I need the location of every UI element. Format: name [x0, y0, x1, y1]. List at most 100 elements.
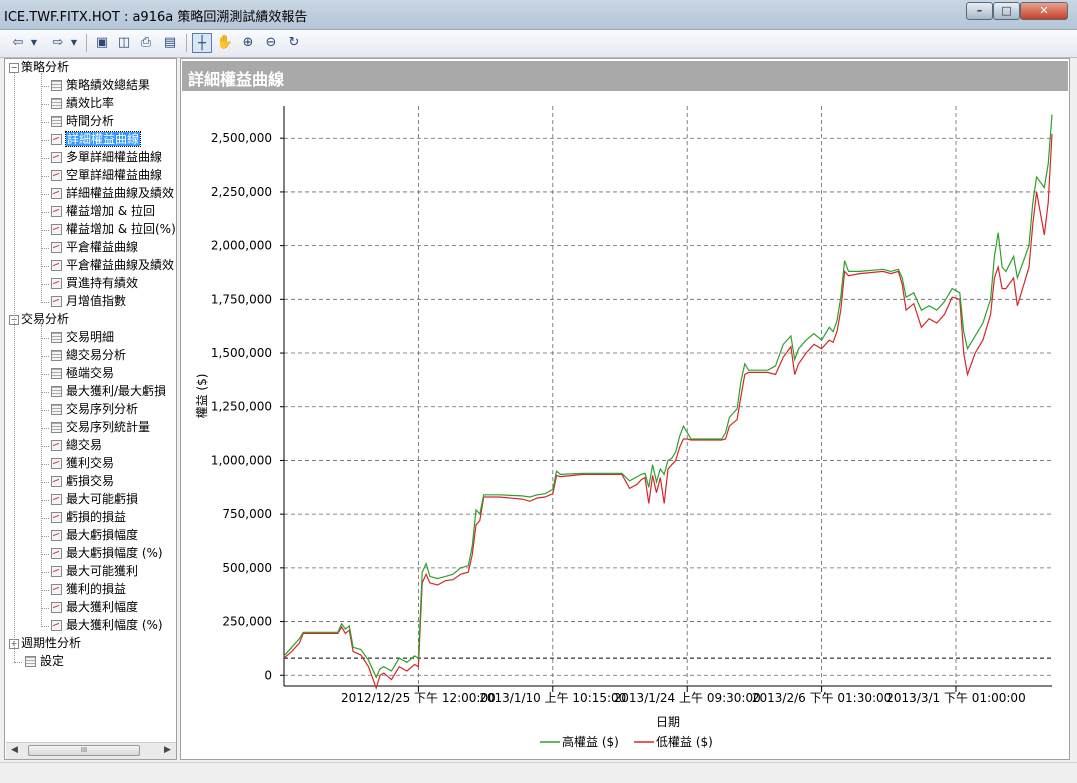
chart-icon	[51, 296, 62, 307]
tree-item[interactable]: 空單詳細權益曲線	[51, 167, 162, 184]
reset-zoom-icon[interactable]: ↻	[284, 33, 304, 53]
tree-item[interactable]: 策略績效總結果	[51, 77, 150, 94]
y-tick-label: 1,250,000	[211, 400, 272, 414]
hand-pan-icon[interactable]: ✋	[215, 33, 235, 53]
tree-horizontal-scrollbar[interactable]: ◀ III ▶	[6, 742, 176, 759]
tree-connector	[41, 230, 49, 231]
tree-item[interactable]: 最大虧損幅度 (%)	[51, 545, 163, 562]
chart-icon	[51, 620, 62, 631]
grid-icon	[51, 404, 62, 415]
tree-item[interactable]: 獲利的損益	[51, 581, 126, 598]
tree-item[interactable]: 總交易分析	[51, 347, 126, 364]
tree-item[interactable]: 極端交易	[51, 365, 114, 382]
tree-item[interactable]: 獲利交易	[51, 455, 114, 472]
tree-item-label: 多單詳細權益曲線	[66, 150, 163, 164]
navigation-tree[interactable]: − 策略分析 策略績效總結果績效比率時間分析 詳細權益曲線多單詳細權益曲線空單詳細權益…	[4, 58, 177, 760]
tree-item[interactable]: 多單詳細權益曲線	[51, 149, 162, 166]
tree-item-label: 績效比率	[66, 96, 115, 110]
tree-item-label: 月增值指數	[66, 294, 127, 308]
tree-item[interactable]: 最大獲利/最大虧損	[51, 383, 166, 400]
equity-curve-chart[interactable]: 0 250,000 500,000 750,000 1,000,000 1,250,000…	[182, 92, 1066, 758]
tree-group-label: 週期性分析	[21, 636, 82, 650]
pointer-icon[interactable]: ┼	[192, 33, 212, 53]
tree-item[interactable]: 績效比率	[51, 95, 114, 112]
tree-connector	[41, 536, 49, 537]
tree-connector	[41, 194, 49, 195]
tree-connector	[41, 158, 49, 159]
tree-item[interactable]: 交易明細	[51, 329, 114, 346]
tree-item[interactable]: 交易序列統計量	[51, 419, 150, 436]
minimize-button[interactable]: –	[966, 2, 993, 20]
chart-header-title: 詳細權益曲線	[188, 70, 285, 89]
tree-item-label: 平倉權益曲線	[66, 240, 139, 254]
tree-connector	[41, 446, 49, 447]
tree-item[interactable]: 平倉權益曲線及績效	[51, 257, 174, 274]
tree-item[interactable]: 月增值指數	[51, 293, 126, 310]
series-line	[283, 114, 1053, 679]
toolbar-separator	[186, 34, 187, 52]
tree-item[interactable]: 時間分析	[51, 113, 114, 130]
tree-connector	[41, 500, 49, 501]
chart-icon	[51, 566, 62, 577]
scroll-thumb[interactable]: III	[28, 745, 140, 756]
chart-icon	[51, 440, 62, 451]
tree-connector	[41, 608, 49, 609]
chart-icon	[51, 260, 62, 271]
tree-item-label: 權益增加 & 拉回(%)	[66, 222, 176, 236]
tree-connector	[41, 140, 49, 141]
tree-item[interactable]: 買進持有績效	[51, 275, 138, 292]
chart-icon	[51, 476, 62, 487]
save-icon[interactable]: ▣	[92, 33, 112, 53]
chart-icon	[51, 188, 62, 199]
x-tick-label: 2013/1/24 上午 09:30:00	[614, 691, 761, 705]
tree-item[interactable]: 最大獲利幅度	[51, 599, 138, 616]
tree-connector	[41, 392, 49, 393]
tree-item[interactable]: 最大獲利幅度 (%)	[51, 617, 163, 634]
maximize-button[interactable]: □	[993, 2, 1020, 20]
tree-group[interactable]: + 週期性分析	[9, 635, 81, 652]
tree-item[interactable]: 交易序列分析	[51, 401, 138, 418]
zoom-in-icon[interactable]: ⊕	[238, 33, 258, 53]
tree-connector	[41, 356, 49, 357]
tree-item-label: 設定	[40, 654, 65, 668]
tree-item[interactable]: 詳細權益曲線及績效	[51, 185, 174, 202]
series-line	[283, 133, 1053, 691]
grid-icon	[25, 656, 36, 667]
y-tick-label: 1,000,000	[211, 453, 272, 467]
chart-icon	[51, 602, 62, 613]
tree-item[interactable]: 權益增加 & 拉回(%)	[51, 221, 176, 238]
chart-icon	[51, 494, 62, 505]
close-button[interactable]: ✕	[1020, 2, 1068, 20]
forward-dropdown-icon[interactable]: ▼	[68, 33, 80, 53]
tree-item-settings[interactable]: 設定	[25, 653, 64, 670]
y-tick-label: 2,500,000	[211, 131, 272, 145]
tree-group[interactable]: − 策略分析	[9, 59, 69, 76]
tree-item[interactable]: 權益增加 & 拉回	[51, 203, 155, 220]
tree-item[interactable]: 詳細權益曲線	[51, 131, 142, 148]
tree-item[interactable]: 平倉權益曲線	[51, 239, 138, 256]
tree-item[interactable]: 總交易	[51, 437, 102, 454]
scroll-right-icon[interactable]: ▶	[164, 745, 171, 755]
export-icon[interactable]: ▤	[160, 33, 180, 53]
tree-item[interactable]: 最大可能獲利	[51, 563, 138, 580]
tree-item[interactable]: 虧損交易	[51, 473, 114, 490]
grid-icon	[51, 350, 62, 361]
tree-group[interactable]: − 交易分析	[9, 311, 69, 328]
tree-connector	[41, 248, 49, 249]
forward-arrow-icon[interactable]: ⇨	[48, 33, 68, 53]
expander-icon[interactable]: −	[9, 62, 19, 73]
tree-item[interactable]: 最大可能虧損	[51, 491, 138, 508]
tree-connector	[41, 86, 49, 87]
print-preview-icon[interactable]: ◫	[114, 33, 134, 53]
back-arrow-icon[interactable]: ⇦	[8, 33, 28, 53]
tree-item[interactable]: 最大虧損幅度	[51, 527, 138, 544]
tree-item[interactable]: 虧損的損益	[51, 509, 126, 526]
chart-icon	[51, 170, 62, 181]
tree-connector	[41, 266, 49, 267]
tree-item-label-selected: 詳細權益曲線	[64, 131, 142, 147]
grid-icon	[51, 98, 62, 109]
scroll-left-icon[interactable]: ◀	[11, 745, 18, 755]
print-icon[interactable]: ⎙	[136, 33, 156, 53]
back-dropdown-icon[interactable]: ▼	[28, 33, 40, 53]
zoom-out-icon[interactable]: ⊖	[261, 33, 281, 53]
